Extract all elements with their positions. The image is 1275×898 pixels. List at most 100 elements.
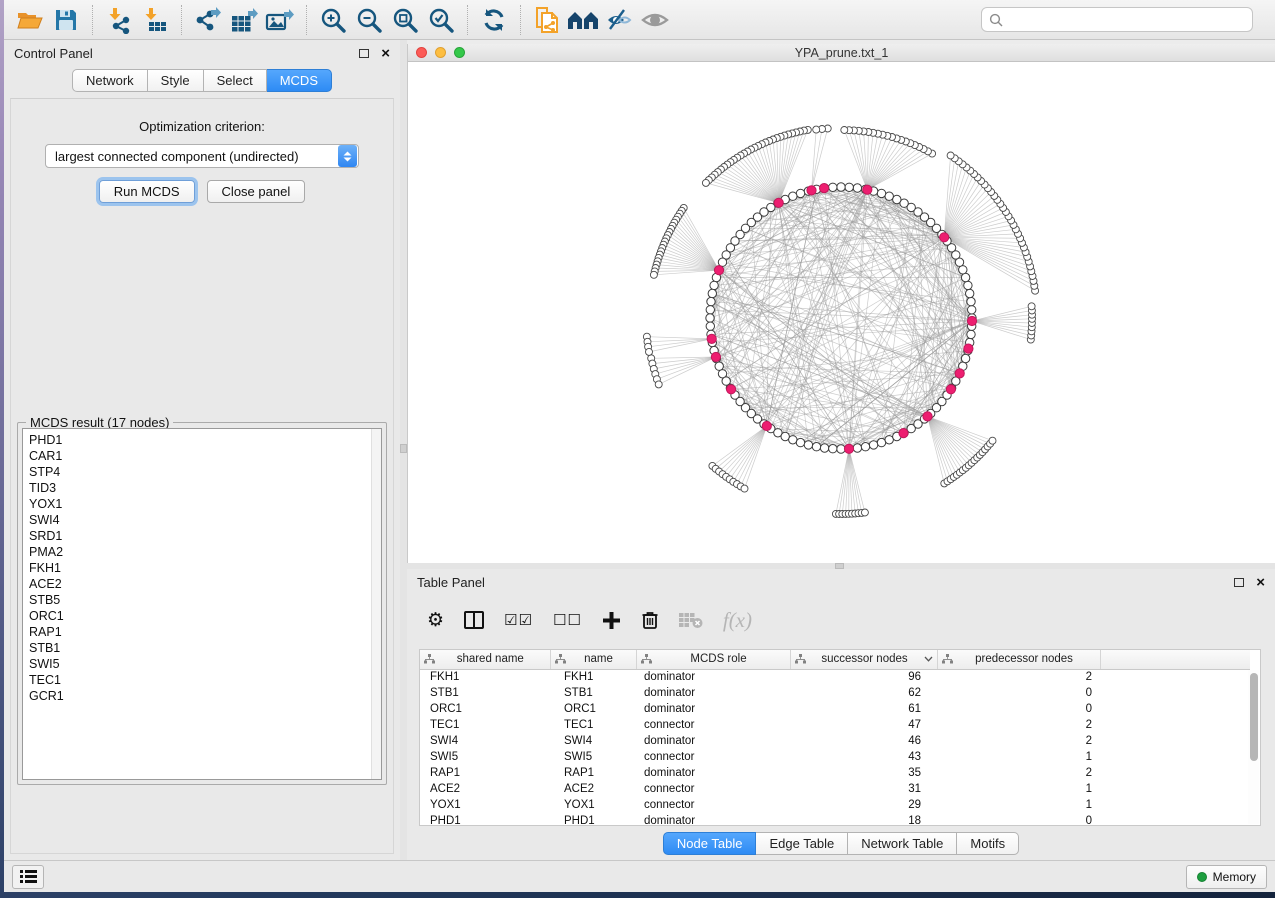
float-panel-icon[interactable] — [1234, 578, 1244, 587]
mcds-result-item[interactable]: ACE2 — [29, 576, 381, 592]
table-tab-network-table[interactable]: Network Table — [848, 832, 957, 855]
run-mcds-button[interactable]: Run MCDS — [99, 180, 195, 203]
mcds-result-item[interactable]: FKH1 — [29, 560, 381, 576]
export-image-button[interactable] — [263, 4, 297, 36]
delete-column-icon[interactable] — [641, 610, 659, 630]
mcds-result-item[interactable]: ORC1 — [29, 608, 381, 624]
tab-select[interactable]: Select — [204, 69, 267, 92]
search-box[interactable] — [981, 7, 1253, 32]
cell-shared-name: RAP1 — [420, 765, 550, 781]
zoom-out-button[interactable] — [352, 4, 386, 36]
mcds-result-item[interactable]: TID3 — [29, 480, 381, 496]
cell-successor-nodes: 35 — [790, 765, 937, 781]
duplicate-network-button[interactable] — [530, 4, 564, 36]
table-row[interactable]: PHD1PHD1dominator180 — [420, 813, 1250, 826]
vertical-splitter[interactable] — [400, 40, 407, 860]
table-row[interactable]: FKH1FKH1dominator962 — [420, 669, 1250, 685]
mcds-result-list[interactable]: PHD1CAR1STP4TID3YOX1SWI4SRD1PMA2FKH1ACE2… — [22, 428, 382, 780]
export-table-button[interactable] — [227, 4, 261, 36]
add-column-icon[interactable] — [602, 611, 621, 630]
close-panel-icon[interactable]: × — [381, 46, 390, 61]
mcds-result-item[interactable]: RAP1 — [29, 624, 381, 640]
float-panel-icon[interactable] — [359, 49, 369, 58]
zoom-fit-button[interactable] — [388, 4, 422, 36]
column-view-icon[interactable] — [464, 611, 484, 629]
column-header-mcds-role[interactable]: MCDS role — [636, 650, 790, 669]
network-canvas[interactable] — [408, 62, 1275, 563]
close-panel-button[interactable]: Close panel — [207, 180, 306, 203]
deselect-all-columns-icon[interactable]: ☐☐ — [553, 613, 582, 628]
show-panels-button[interactable] — [12, 865, 44, 889]
mcds-result-item[interactable]: TEC1 — [29, 672, 381, 688]
table-row[interactable]: ORC1ORC1dominator610 — [420, 701, 1250, 717]
select-all-columns-icon[interactable]: ☑☑ — [504, 613, 533, 628]
table-row[interactable]: SWI5SWI5connector431 — [420, 749, 1250, 765]
table-row[interactable]: YOX1YOX1connector291 — [420, 797, 1250, 813]
application-window: Control Panel × NetworkStyleSelectMCDS O… — [4, 0, 1275, 892]
criterion-dropdown[interactable]: largest connected component (undirected) — [45, 144, 359, 168]
memory-button[interactable]: Memory — [1186, 865, 1267, 889]
control-panel-tabs: NetworkStyleSelectMCDS — [72, 69, 332, 92]
attribute-type-icon — [555, 654, 566, 664]
function-builder-icon[interactable]: f(x) — [723, 608, 752, 633]
hide-selected-button[interactable] — [602, 4, 636, 36]
mcds-result-item[interactable]: GCR1 — [29, 688, 381, 704]
close-panel-icon[interactable]: × — [1256, 575, 1265, 590]
memory-label: Memory — [1213, 870, 1256, 884]
tab-network[interactable]: Network — [72, 69, 148, 92]
table-tabs: Node TableEdge TableNetwork TableMotifs — [663, 832, 1019, 855]
table-row[interactable]: STB1STB1dominator620 — [420, 685, 1250, 701]
table-tab-motifs[interactable]: Motifs — [957, 832, 1019, 855]
tab-style[interactable]: Style — [148, 69, 204, 92]
cell-shared-name: SWI5 — [420, 749, 550, 765]
table-tab-node-table[interactable]: Node Table — [663, 832, 757, 855]
splitter-handle[interactable] — [400, 444, 407, 453]
cell-mcds-role: connector — [636, 797, 790, 813]
mcds-result-item[interactable]: STP4 — [29, 464, 381, 480]
mcds-result-item[interactable]: SWI4 — [29, 512, 381, 528]
cell-predecessor-nodes: 2 — [937, 733, 1100, 749]
table-scrollbar[interactable] — [1248, 670, 1259, 824]
mcds-result-item[interactable]: SRD1 — [29, 528, 381, 544]
horizontal-splitter[interactable] — [407, 563, 1275, 569]
cell-predecessor-nodes: 0 — [937, 685, 1100, 701]
splitter-handle[interactable] — [835, 563, 844, 569]
mcds-result-item[interactable]: SWI5 — [29, 656, 381, 672]
table-row[interactable]: ACE2ACE2connector311 — [420, 781, 1250, 797]
export-network-button[interactable] — [191, 4, 225, 36]
cell-name: STB1 — [550, 685, 636, 701]
column-header-successor-nodes[interactable]: successor nodes — [790, 650, 937, 669]
cell-successor-nodes: 31 — [790, 781, 937, 797]
save-session-button[interactable] — [49, 4, 83, 36]
mcds-result-item[interactable]: STB1 — [29, 640, 381, 656]
scrollbar-thumb[interactable] — [1250, 673, 1258, 761]
column-header-shared-name[interactable]: shared name — [420, 650, 550, 669]
mcds-result-item[interactable]: PHD1 — [29, 432, 381, 448]
table-row[interactable]: RAP1RAP1dominator352 — [420, 765, 1250, 781]
first-neighbors-button[interactable] — [566, 4, 600, 36]
table-row[interactable]: TEC1TEC1connector472 — [420, 717, 1250, 733]
open-session-button[interactable] — [13, 4, 47, 36]
import-table-button[interactable] — [138, 4, 172, 36]
table-options-icon[interactable]: ⚙ — [427, 611, 444, 630]
refresh-button[interactable] — [477, 4, 511, 36]
delete-table-icon[interactable] — [679, 612, 703, 628]
import-network-button[interactable] — [102, 4, 136, 36]
mcds-result-item[interactable]: STB5 — [29, 592, 381, 608]
table-tab-edge-table[interactable]: Edge Table — [756, 832, 848, 855]
network-graph[interactable] — [408, 62, 1275, 559]
column-header-name[interactable]: name — [550, 650, 636, 669]
tab-mcds[interactable]: MCDS — [267, 69, 332, 92]
search-input[interactable] — [1008, 13, 1245, 27]
column-header-predecessor-nodes[interactable]: predecessor nodes — [937, 650, 1100, 669]
zoom-in-button[interactable] — [316, 4, 350, 36]
show-all-button[interactable] — [638, 4, 672, 36]
mcds-result-item[interactable]: PMA2 — [29, 544, 381, 560]
mcds-result-item[interactable]: CAR1 — [29, 448, 381, 464]
zoom-selected-button[interactable] — [424, 4, 458, 36]
mcds-list-scrollbar[interactable] — [371, 429, 381, 779]
cell-shared-name: SWI4 — [420, 733, 550, 749]
table-row[interactable]: SWI4SWI4dominator462 — [420, 733, 1250, 749]
cell-predecessor-nodes: 2 — [937, 669, 1100, 685]
mcds-result-item[interactable]: YOX1 — [29, 496, 381, 512]
